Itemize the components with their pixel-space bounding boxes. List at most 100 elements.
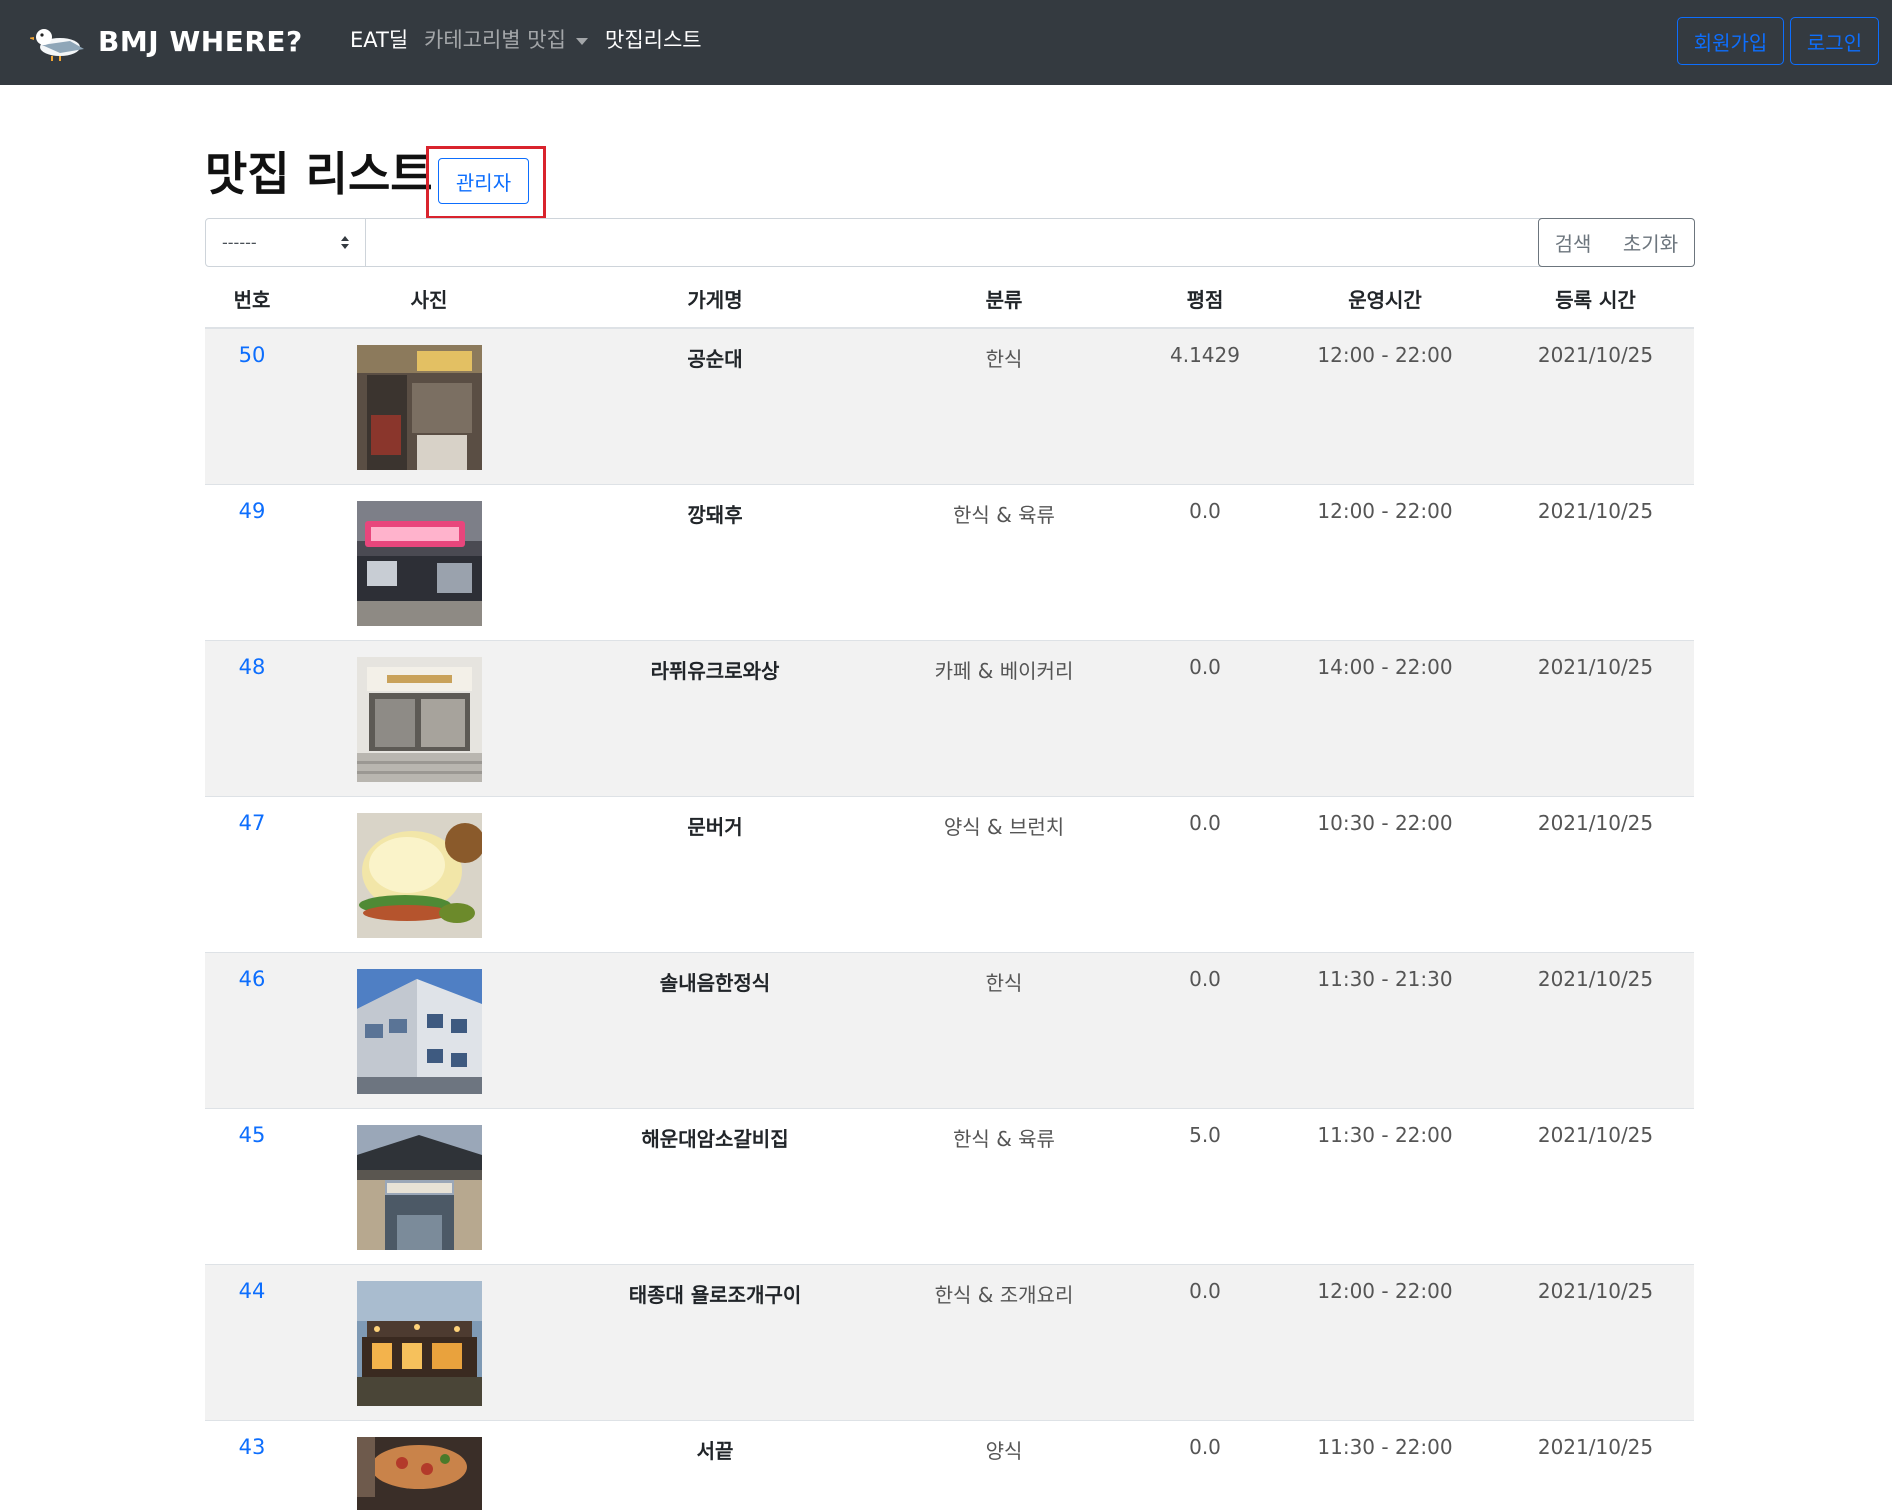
restaurant-photo[interactable]	[357, 812, 482, 938]
store-registered-date: 2021/10/25	[1537, 1122, 1654, 1147]
chevron-down-icon	[575, 37, 588, 45]
store-category: 한식	[985, 347, 1023, 371]
login-button[interactable]: 로그인	[1790, 17, 1879, 65]
restaurant-photo[interactable]	[357, 1436, 482, 1510]
search-filter-select[interactable]: ------	[206, 219, 366, 266]
header-category: 분류	[871, 270, 1137, 329]
row-number-link[interactable]: 48	[239, 655, 266, 679]
store-name: 공순대	[687, 347, 743, 371]
pizza-photo	[357, 1436, 482, 1510]
store-category: 카페 & 베이커리	[934, 658, 1074, 683]
table-header-row: 번호 사진 가게명 분류 평점 운영시간 등록 시간	[205, 270, 1694, 329]
table-row[interactable]: 48 라퓌유크로와상 카페 & 베이커리 0.0 14:00 - 22:00 2…	[205, 639, 1694, 796]
store-rating: 0.0	[1189, 1434, 1221, 1459]
store-name: 태종대 욜로조개구이	[628, 1282, 802, 1307]
store-registered-date: 2021/10/25	[1537, 1434, 1654, 1459]
row-number-link[interactable]: 46	[239, 967, 266, 991]
store-name: 솔내음한정식	[659, 970, 771, 995]
store-hours: 12:00 - 22:00	[1317, 498, 1453, 523]
burger-photo	[357, 812, 482, 938]
store-hours: 10:30 - 22:00	[1317, 810, 1453, 835]
nav-eat-deal[interactable]: EAT딜	[350, 26, 408, 54]
neon-sign-photo	[357, 500, 482, 626]
store-rating: 4.1429	[1170, 343, 1240, 367]
store-rating: 0.0	[1189, 654, 1221, 679]
store-name: 문버거	[687, 814, 743, 839]
store-rating: 0.0	[1189, 810, 1221, 835]
bakery-photo	[357, 656, 482, 782]
table-row[interactable]: 46 솔내음한정식 한식 0.0 11:30 - 21:30 2021/10/2…	[205, 951, 1694, 1108]
header-photo: 사진	[299, 270, 559, 329]
restaurant-photo[interactable]	[357, 1124, 482, 1250]
table-row[interactable]: 45 해운대암소갈비집 한식 & 육류 5.0 11:30 - 22:00 20…	[205, 1107, 1694, 1264]
search-input[interactable]	[366, 219, 1540, 266]
table-row[interactable]: 43 서끝 양식 0.0 11:30 - 22:00 2021/10/25	[205, 1419, 1694, 1510]
header-no: 번호	[205, 270, 299, 329]
brand-name: BMJ WHERE?	[98, 24, 303, 58]
table-row[interactable]: 50 공순대 한식 4.1429 12:00 - 22:00 2021/10/2…	[205, 327, 1694, 484]
store-rating: 5.0	[1189, 1122, 1221, 1147]
store-name: 해운대암소갈비집	[641, 1126, 789, 1151]
store-hours: 11:30 - 21:30	[1317, 966, 1453, 991]
table-row[interactable]: 49 깡돼후 한식 & 육류 0.0 12:00 - 22:00 2021/10…	[205, 483, 1694, 640]
store-category: 한식 & 육류	[953, 1126, 1055, 1151]
store-rating: 0.0	[1189, 1278, 1221, 1303]
restaurant-photo[interactable]	[357, 500, 482, 626]
store-name: 서끝	[696, 1438, 734, 1463]
restaurant-table: 번호 사진 가게명 분류 평점 운영시간 등록 시간 50 공순대 한식 4.1…	[205, 270, 1694, 1510]
row-number-link[interactable]: 45	[239, 1123, 266, 1147]
row-number-link[interactable]: 49	[239, 499, 266, 523]
search-filter-value: ------	[222, 233, 257, 252]
store-hours: 12:00 - 22:00	[1317, 343, 1453, 367]
store-category: 한식	[985, 970, 1023, 995]
restaurant-photo[interactable]	[357, 345, 482, 470]
store-hours: 11:30 - 22:00	[1317, 1434, 1453, 1459]
restaurant-photo[interactable]	[357, 968, 482, 1094]
signup-button[interactable]: 회원가입	[1677, 17, 1784, 65]
store-registered-date: 2021/10/25	[1537, 498, 1654, 523]
store-hours: 12:00 - 22:00	[1317, 1278, 1453, 1303]
store-category: 한식 & 육류	[953, 502, 1055, 527]
store-category: 한식 & 조개요리	[934, 1282, 1074, 1307]
store-name: 깡돼후	[687, 502, 743, 527]
nav-category-label: 카테고리별 맛집	[424, 28, 566, 52]
nav-category-dropdown[interactable]: 카테고리별 맛집	[424, 26, 588, 54]
row-number-link[interactable]: 47	[239, 811, 266, 835]
top-navbar: BMJ WHERE? EAT딜 카테고리별 맛집 맛집리스트 회원가입 로그인	[0, 0, 1892, 85]
store-registered-date: 2021/10/25	[1537, 966, 1654, 991]
night-terrace-photo	[357, 1280, 482, 1406]
store-rating: 0.0	[1189, 966, 1221, 991]
seagull-logo-icon	[30, 29, 84, 61]
reset-button[interactable]: 초기화	[1607, 218, 1695, 267]
storefront-photo	[357, 345, 482, 470]
hanok-gate-photo	[357, 1124, 482, 1250]
search-button[interactable]: 검색	[1538, 218, 1608, 267]
admin-button[interactable]: 관리자	[438, 158, 529, 204]
nav-restaurant-list[interactable]: 맛집리스트	[605, 26, 702, 54]
restaurant-photo[interactable]	[357, 1280, 482, 1406]
search-bar: ------ 검색 초기화	[205, 218, 1695, 267]
row-number-link[interactable]: 50	[239, 343, 266, 367]
store-registered-date: 2021/10/25	[1537, 1278, 1654, 1303]
select-arrows-icon	[341, 236, 349, 249]
store-category: 양식	[985, 1438, 1023, 1463]
header-registered: 등록 시간	[1497, 270, 1694, 329]
header-hours: 운영시간	[1273, 270, 1497, 329]
header-rating: 평점	[1137, 270, 1273, 329]
store-rating: 0.0	[1189, 498, 1221, 523]
store-hours: 11:30 - 22:00	[1317, 1122, 1453, 1147]
building-photo	[357, 968, 482, 1094]
row-number-link[interactable]: 43	[239, 1435, 266, 1459]
page-title: 맛집 리스트	[205, 147, 433, 201]
header-name: 가게명	[559, 270, 871, 329]
brand-link[interactable]: BMJ WHERE?	[30, 16, 303, 66]
table-row[interactable]: 47 문버거 양식 & 브런치 0.0 10:30 - 22:00 2021/1…	[205, 795, 1694, 952]
store-category: 양식 & 브런치	[943, 814, 1065, 839]
table-row[interactable]: 44 태종대 욜로조개구이 한식 & 조개요리 0.0 12:00 - 22:0…	[205, 1263, 1694, 1420]
store-hours: 14:00 - 22:00	[1317, 654, 1453, 679]
restaurant-photo[interactable]	[357, 656, 482, 782]
row-number-link[interactable]: 44	[239, 1279, 266, 1303]
store-registered-date: 2021/10/25	[1537, 810, 1654, 835]
store-registered-date: 2021/10/25	[1537, 654, 1654, 679]
store-registered-date: 2021/10/25	[1537, 343, 1654, 367]
